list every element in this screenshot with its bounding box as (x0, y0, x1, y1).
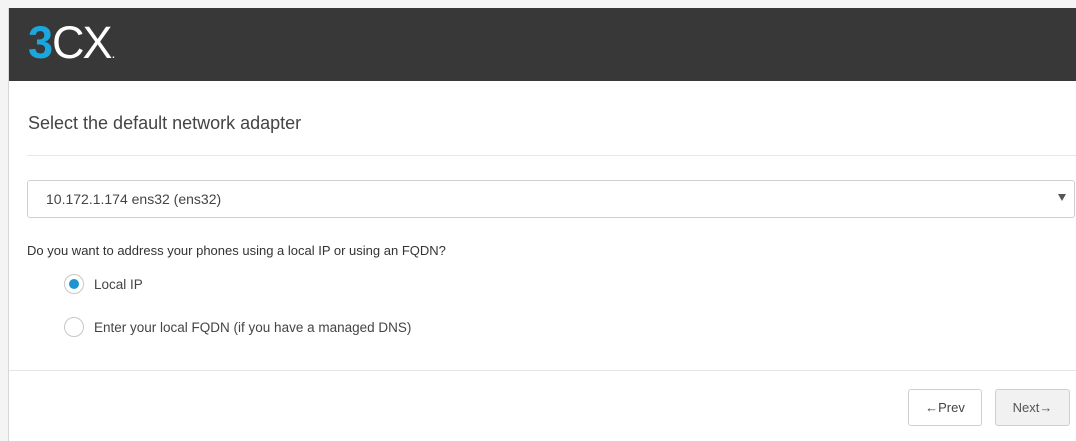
local-fqdn-option-label: Enter your local FQDN (if you have a man… (94, 319, 412, 335)
local-ip-option[interactable]: Local IP (64, 273, 143, 295)
local-fqdn-option[interactable]: Enter your local FQDN (if you have a man… (64, 316, 411, 338)
prev-button[interactable]: ←Prev (908, 389, 982, 426)
dropdown-arrow-icon (1058, 194, 1066, 201)
local-ip-radio-button[interactable] (64, 274, 84, 294)
title-divider (27, 155, 1076, 156)
page-title: Select the default network adapter (28, 113, 302, 133)
logo-text: CX (52, 17, 112, 68)
local-ip-option-label: Local IP (94, 276, 143, 292)
network-adapter-select[interactable]: 10.172.1.174 ens32 (ens32) (27, 180, 1075, 218)
logo-dot: . (111, 45, 116, 61)
address-method-question: Do you want to address your phones using… (27, 243, 446, 258)
footer-divider (9, 370, 1076, 371)
next-button[interactable]: Next→ (995, 389, 1070, 426)
local-fqdn-radio-button[interactable] (64, 317, 84, 337)
network-adapter-selected-value: 10.172.1.174 ens32 (ens32) (46, 191, 222, 207)
setup-wizard-window: 3 CX . Select the default network adapte… (8, 8, 1076, 441)
top-header-bar: 3 CX . (9, 8, 1076, 81)
3cx-logo: 3 CX . (28, 17, 116, 68)
logo-accent-text: 3 (28, 17, 53, 68)
